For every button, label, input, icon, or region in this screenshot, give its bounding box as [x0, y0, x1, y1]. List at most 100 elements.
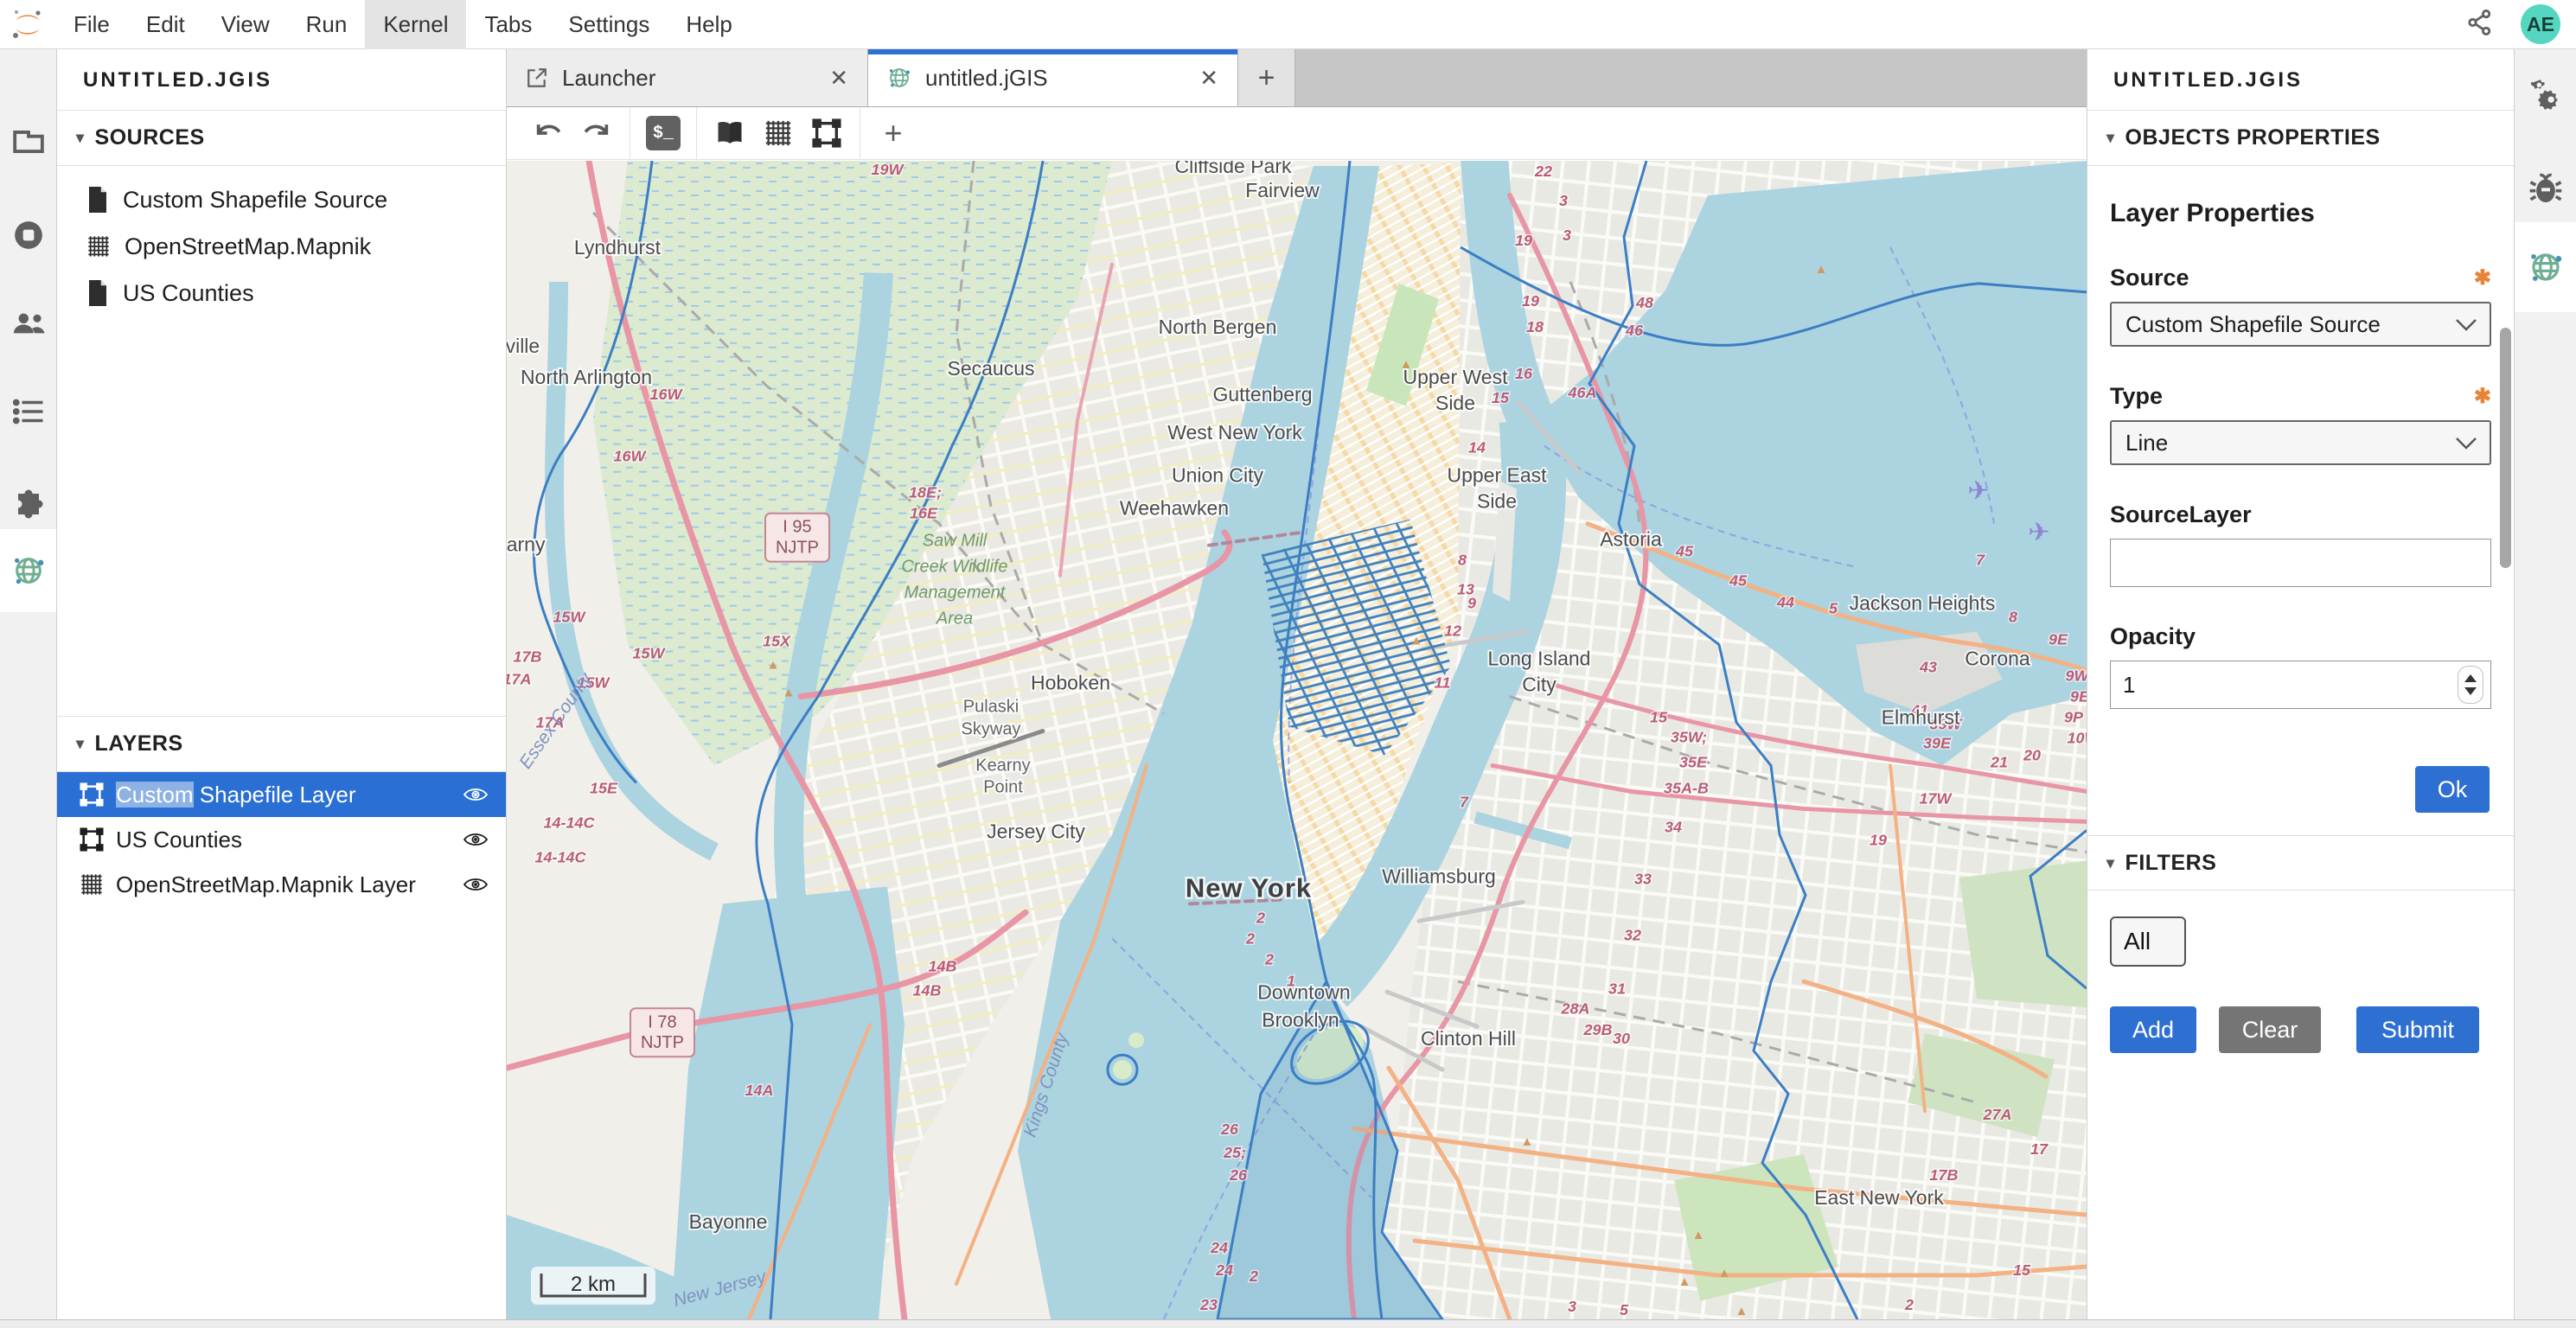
map-label: 24 [1210, 1239, 1228, 1256]
map-label: 16 [1515, 365, 1533, 382]
map-label: 7 [1976, 552, 1985, 569]
map-label: 15 [1492, 389, 1510, 406]
menu-kernel[interactable]: Kernel [365, 0, 466, 49]
map-label: 25; [1223, 1144, 1246, 1161]
redo-button[interactable] [572, 112, 621, 154]
map-label: eville [507, 335, 540, 357]
map-label: ▲ [1410, 634, 1423, 648]
menu-run[interactable]: Run [288, 0, 366, 49]
source-item[interactable]: US Counties [57, 270, 506, 316]
map-label: 15 [2013, 1261, 2031, 1279]
map-label: 39E [1923, 734, 1952, 751]
visibility-eye-icon[interactable] [463, 876, 489, 893]
file-browser-icon[interactable] [0, 129, 56, 155]
opacity-input[interactable]: 1 [2110, 661, 2491, 709]
menu-file[interactable]: File [55, 0, 128, 49]
tab-bar: Launcher✕untitled.jGIS✕+ [507, 49, 2087, 107]
add-button[interactable]: + [869, 112, 917, 154]
map-label: ▲ [1735, 1304, 1748, 1318]
layer-item[interactable]: US Counties [57, 817, 506, 862]
menu-settings[interactable]: Settings [550, 0, 668, 49]
type-select[interactable]: Line [2110, 420, 2491, 465]
debugger-icon[interactable] [2515, 172, 2576, 207]
map-label: Williamsburg [1382, 865, 1496, 887]
map-label: 26 [1220, 1120, 1239, 1138]
menu-help[interactable]: Help [668, 0, 750, 49]
objects-properties-header[interactable]: ▾ OBJECTS PROPERTIES [2087, 111, 2514, 166]
map-label: New York [1186, 872, 1312, 903]
map-label: 30 [1613, 1030, 1630, 1047]
map-label: East New York [1814, 1186, 1944, 1209]
console-button[interactable]: $_ [639, 112, 687, 154]
sources-section-header[interactable]: ▾ SOURCES [57, 111, 506, 166]
submit-filters-button[interactable]: Submit [2356, 1006, 2479, 1053]
map-label: 23 [1199, 1296, 1218, 1313]
collaboration-icon[interactable] [0, 309, 56, 338]
source-item[interactable]: OpenStreetMap.Mapnik [57, 223, 506, 270]
tab-untitled-jgis[interactable]: untitled.jGIS✕ [868, 49, 1238, 106]
running-kernels-icon[interactable] [0, 219, 56, 252]
map-label: 35E [1679, 753, 1708, 770]
map-label: 14B [928, 957, 956, 974]
map-label: City [1522, 674, 1556, 696]
map-label: ▲ [767, 658, 780, 673]
close-icon[interactable]: ✕ [829, 65, 848, 92]
map-label: 14-14C [534, 848, 586, 865]
map-label: 2 [1256, 909, 1265, 926]
source-select[interactable]: Custom Shapefile Source [2110, 302, 2491, 347]
map-label: 24 [1215, 1261, 1233, 1279]
right-panel-title: UNTITLED.JGIS [2087, 49, 2514, 111]
left-panel-title: UNTITLED.JGIS [57, 49, 506, 111]
menu-tabs[interactable]: Tabs [466, 0, 550, 49]
menu-edit[interactable]: Edit [128, 0, 203, 49]
ok-button[interactable]: Ok [2415, 766, 2490, 813]
close-icon[interactable]: ✕ [1199, 65, 1218, 92]
map-label: 46 [1625, 322, 1644, 339]
map-label: 3 [1563, 227, 1571, 244]
map-label: 2 [1264, 950, 1274, 967]
property-inspector-icon[interactable] [2515, 77, 2576, 112]
map-label: 10W [2068, 730, 2087, 747]
clear-filters-button[interactable]: Clear [2219, 1006, 2321, 1053]
number-stepper[interactable] [2458, 666, 2483, 704]
source-item[interactable]: Custom Shapefile Source [57, 176, 506, 223]
jupytergis-panel-active[interactable] [2515, 222, 2576, 312]
map-label: Astoria [1600, 528, 1662, 551]
raster-layer-button[interactable] [754, 112, 802, 154]
map-canvas[interactable]: I 95NJTPI 78NJTP 19W16W16W15W15W15W17B17… [507, 161, 2087, 1319]
map-label: 17 [2030, 1140, 2049, 1158]
grid-icon [80, 872, 104, 897]
menu-view[interactable]: View [203, 0, 288, 49]
sourcelayer-input[interactable] [2110, 539, 2491, 587]
new-tab-button[interactable]: + [1238, 49, 1295, 106]
filters-section-header[interactable]: ▾ FILTERS [2087, 835, 2514, 891]
filter-logic-select[interactable]: All [2110, 916, 2186, 967]
map-label: ▲ [1678, 1274, 1691, 1289]
tab-launcher[interactable]: Launcher✕ [507, 49, 868, 106]
layer-item[interactable]: Custom Shapefile Layer [57, 772, 506, 817]
map-label: 33 [1634, 870, 1652, 887]
map-label: 15W [633, 645, 667, 662]
scrollbar-thumb[interactable] [2500, 328, 2511, 568]
sourcelayer-field-label: SourceLayer [2110, 501, 2491, 528]
layers-section-header[interactable]: ▾ LAYERS [57, 717, 506, 772]
jupytergis-tab-active[interactable] [0, 529, 56, 612]
visibility-eye-icon[interactable] [463, 786, 489, 803]
avatar[interactable]: AE [2521, 4, 2560, 44]
map-label: 8 [1458, 552, 1467, 569]
vector-layer-button[interactable] [802, 112, 851, 154]
add-filter-button[interactable]: Add [2110, 1006, 2196, 1053]
undo-button[interactable] [524, 112, 572, 154]
map-label: 15E [590, 779, 618, 796]
table-of-contents-icon[interactable] [0, 399, 56, 425]
share-icon[interactable] [2465, 8, 2495, 42]
visibility-eye-icon[interactable] [463, 831, 489, 848]
layer-item[interactable]: OpenStreetMap.Mapnik Layer [57, 862, 506, 907]
map-label: 19 [1522, 292, 1539, 310]
map-label: 14-14C [543, 814, 595, 831]
map-label: Saw Mill [923, 532, 988, 551]
basemap-button[interactable] [706, 112, 754, 154]
extensions-icon[interactable] [0, 488, 56, 520]
scale-bar: 2 km [531, 1267, 655, 1305]
caret-down-icon: ▾ [2106, 129, 2115, 147]
